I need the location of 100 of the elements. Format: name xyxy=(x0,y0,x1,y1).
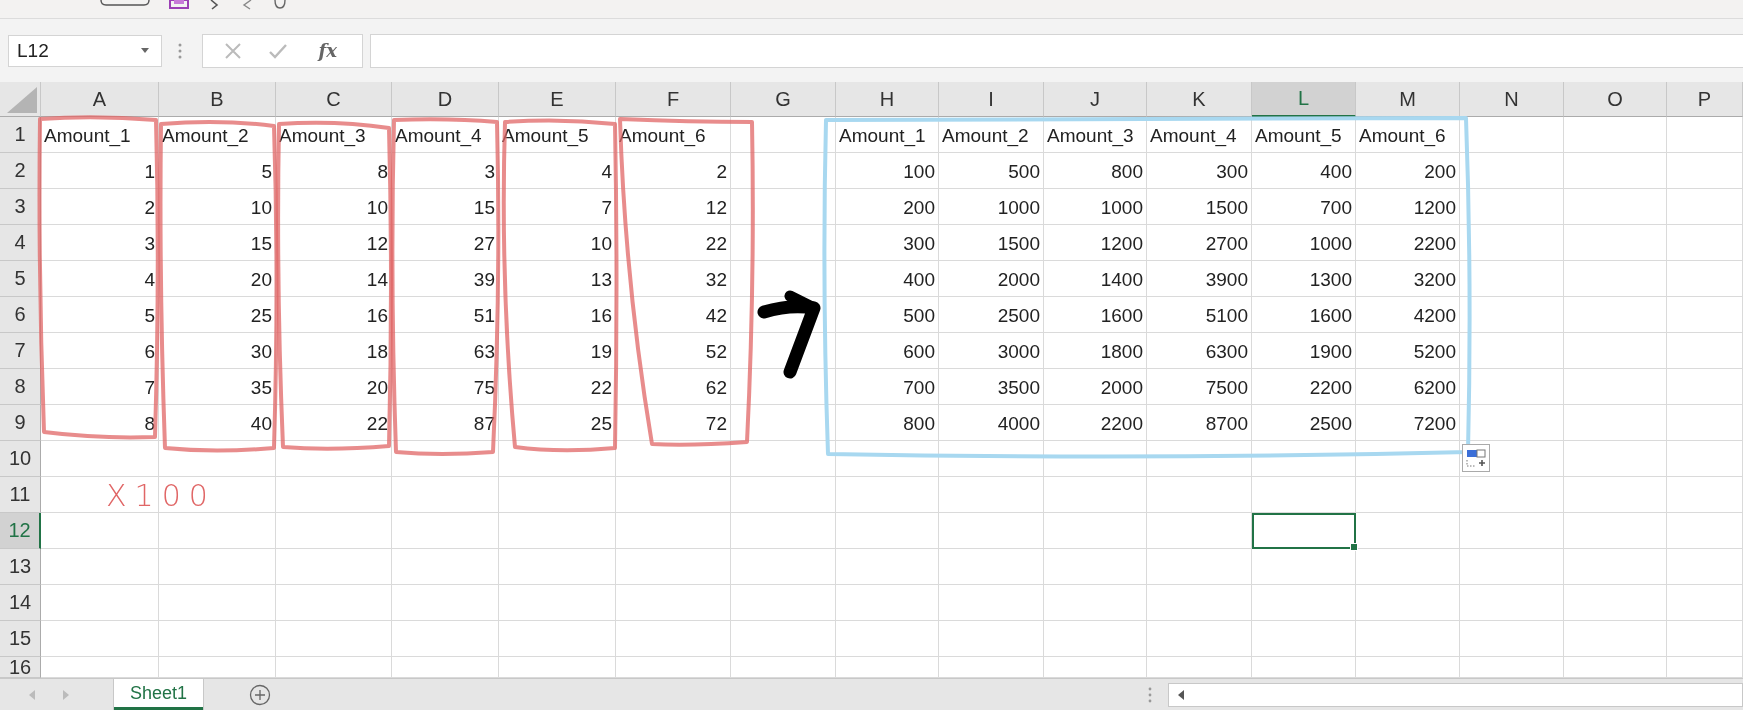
table-cell: 200 xyxy=(836,189,939,225)
column-header[interactable]: E xyxy=(499,82,616,117)
column-header[interactable]: L xyxy=(1252,82,1356,117)
table-cell: 5 xyxy=(41,297,159,333)
row-header[interactable]: 7 xyxy=(0,333,41,369)
table-cell: 4 xyxy=(499,153,616,189)
table-cell: 42 xyxy=(616,297,731,333)
table-cell: 3200 xyxy=(1356,261,1460,297)
table-cell: 27 xyxy=(392,225,499,261)
table-cell: 200 xyxy=(1356,153,1460,189)
form-icon[interactable] xyxy=(168,0,190,10)
table-cell: 62 xyxy=(616,369,731,405)
column-header[interactable]: D xyxy=(392,82,499,117)
row-header[interactable]: 10 xyxy=(0,441,41,477)
row-header[interactable]: 4 xyxy=(0,225,41,261)
grip-icon[interactable] xyxy=(1148,686,1152,703)
table-cell: 1500 xyxy=(939,225,1044,261)
table-cell: 3500 xyxy=(939,369,1044,405)
scroll-left-icon[interactable] xyxy=(1177,689,1185,700)
table-cell: 2200 xyxy=(1044,405,1147,441)
table-cell: 1200 xyxy=(1044,225,1147,261)
row-header[interactable]: 3 xyxy=(0,189,41,225)
column-header[interactable]: P xyxy=(1667,82,1743,117)
table-cell: 16 xyxy=(276,297,392,333)
table-cell: 15 xyxy=(392,189,499,225)
table-cell: 6300 xyxy=(1147,333,1252,369)
column-header[interactable]: A xyxy=(41,82,159,117)
column-header[interactable]: K xyxy=(1147,82,1252,117)
table-cell: 1800 xyxy=(1044,333,1147,369)
column-header[interactable]: N xyxy=(1460,82,1564,117)
table-cell: 2500 xyxy=(939,297,1044,333)
table-cell: 6200 xyxy=(1356,369,1460,405)
table-cell: 7 xyxy=(41,369,159,405)
table-cell: 100 xyxy=(836,153,939,189)
table-cell: Amount_1 xyxy=(836,117,939,153)
table-cell: 1500 xyxy=(1147,189,1252,225)
table-cell: 20 xyxy=(159,261,276,297)
table-cell: 22 xyxy=(276,405,392,441)
row-header[interactable]: 5 xyxy=(0,261,41,297)
table-cell: 400 xyxy=(1252,153,1356,189)
horizontal-scrollbar[interactable] xyxy=(1168,682,1743,707)
name-box[interactable]: L12 xyxy=(8,34,162,67)
row-header[interactable]: 11 xyxy=(0,477,41,513)
active-cell[interactable] xyxy=(1252,513,1356,549)
column-header[interactable]: C xyxy=(276,82,392,117)
row-header[interactable]: 14 xyxy=(0,585,41,621)
table-cell: 3900 xyxy=(1147,261,1252,297)
table-cell: 12 xyxy=(276,225,392,261)
row-header[interactable]: 9 xyxy=(0,405,41,441)
table-cell: Amount_4 xyxy=(1147,117,1252,153)
table-cell: 8 xyxy=(276,153,392,189)
row-header[interactable]: 6 xyxy=(0,297,41,333)
row-header[interactable]: 13 xyxy=(0,549,41,585)
dropdown-icon[interactable] xyxy=(141,48,149,53)
grip-icon xyxy=(178,42,182,59)
formula-input[interactable] xyxy=(370,33,1743,68)
table-cell: 1900 xyxy=(1252,333,1356,369)
row-header[interactable]: 8 xyxy=(0,369,41,405)
sheet-tab[interactable]: Sheet1 xyxy=(114,679,203,710)
row-header[interactable]: 15 xyxy=(0,621,41,657)
table-cell: 22 xyxy=(499,369,616,405)
table-cell: 16 xyxy=(499,297,616,333)
paste-options-icon[interactable] xyxy=(1462,444,1490,472)
table-cell: 700 xyxy=(1252,189,1356,225)
table-cell: Amount_3 xyxy=(276,117,392,153)
table-cell: 2500 xyxy=(1252,405,1356,441)
insert-function-button[interactable]: fx xyxy=(314,40,341,61)
column-header[interactable]: G xyxy=(731,82,836,117)
table-cell: Amount_5 xyxy=(1252,117,1356,153)
table-cell: 1000 xyxy=(1252,225,1356,261)
column-header[interactable]: O xyxy=(1564,82,1667,117)
row-header[interactable]: 2 xyxy=(0,153,41,189)
column-header[interactable]: J xyxy=(1044,82,1147,117)
table-cell: 700 xyxy=(836,369,939,405)
column-header[interactable]: B xyxy=(159,82,276,117)
add-sheet-icon[interactable] xyxy=(249,683,271,706)
column-header[interactable]: M xyxy=(1356,82,1460,117)
table-cell: 32 xyxy=(616,261,731,297)
column-header[interactable]: F xyxy=(616,82,731,117)
table-cell: 3 xyxy=(392,153,499,189)
table-cell: 7 xyxy=(499,189,616,225)
touch-icon[interactable] xyxy=(272,0,288,10)
table-cell: 22 xyxy=(616,225,731,261)
column-header[interactable]: I xyxy=(939,82,1044,117)
table-cell: 600 xyxy=(836,333,939,369)
row-header[interactable]: 1 xyxy=(0,117,41,153)
table-cell: 25 xyxy=(499,405,616,441)
row-header[interactable]: 16 xyxy=(0,657,41,678)
table-cell: 72 xyxy=(616,405,731,441)
table-cell: 3 xyxy=(41,225,159,261)
table-cell: 8 xyxy=(41,405,159,441)
toolbar-button[interactable] xyxy=(100,0,150,6)
table-cell: 1 xyxy=(41,153,159,189)
table-cell: Amount_6 xyxy=(616,117,731,153)
table-cell: 10 xyxy=(276,189,392,225)
undo-icon[interactable] xyxy=(240,0,254,10)
column-header[interactable]: H xyxy=(836,82,939,117)
row-header[interactable]: 12 xyxy=(0,513,41,549)
table-cell: Amount_5 xyxy=(499,117,616,153)
table-cell: 300 xyxy=(1147,153,1252,189)
